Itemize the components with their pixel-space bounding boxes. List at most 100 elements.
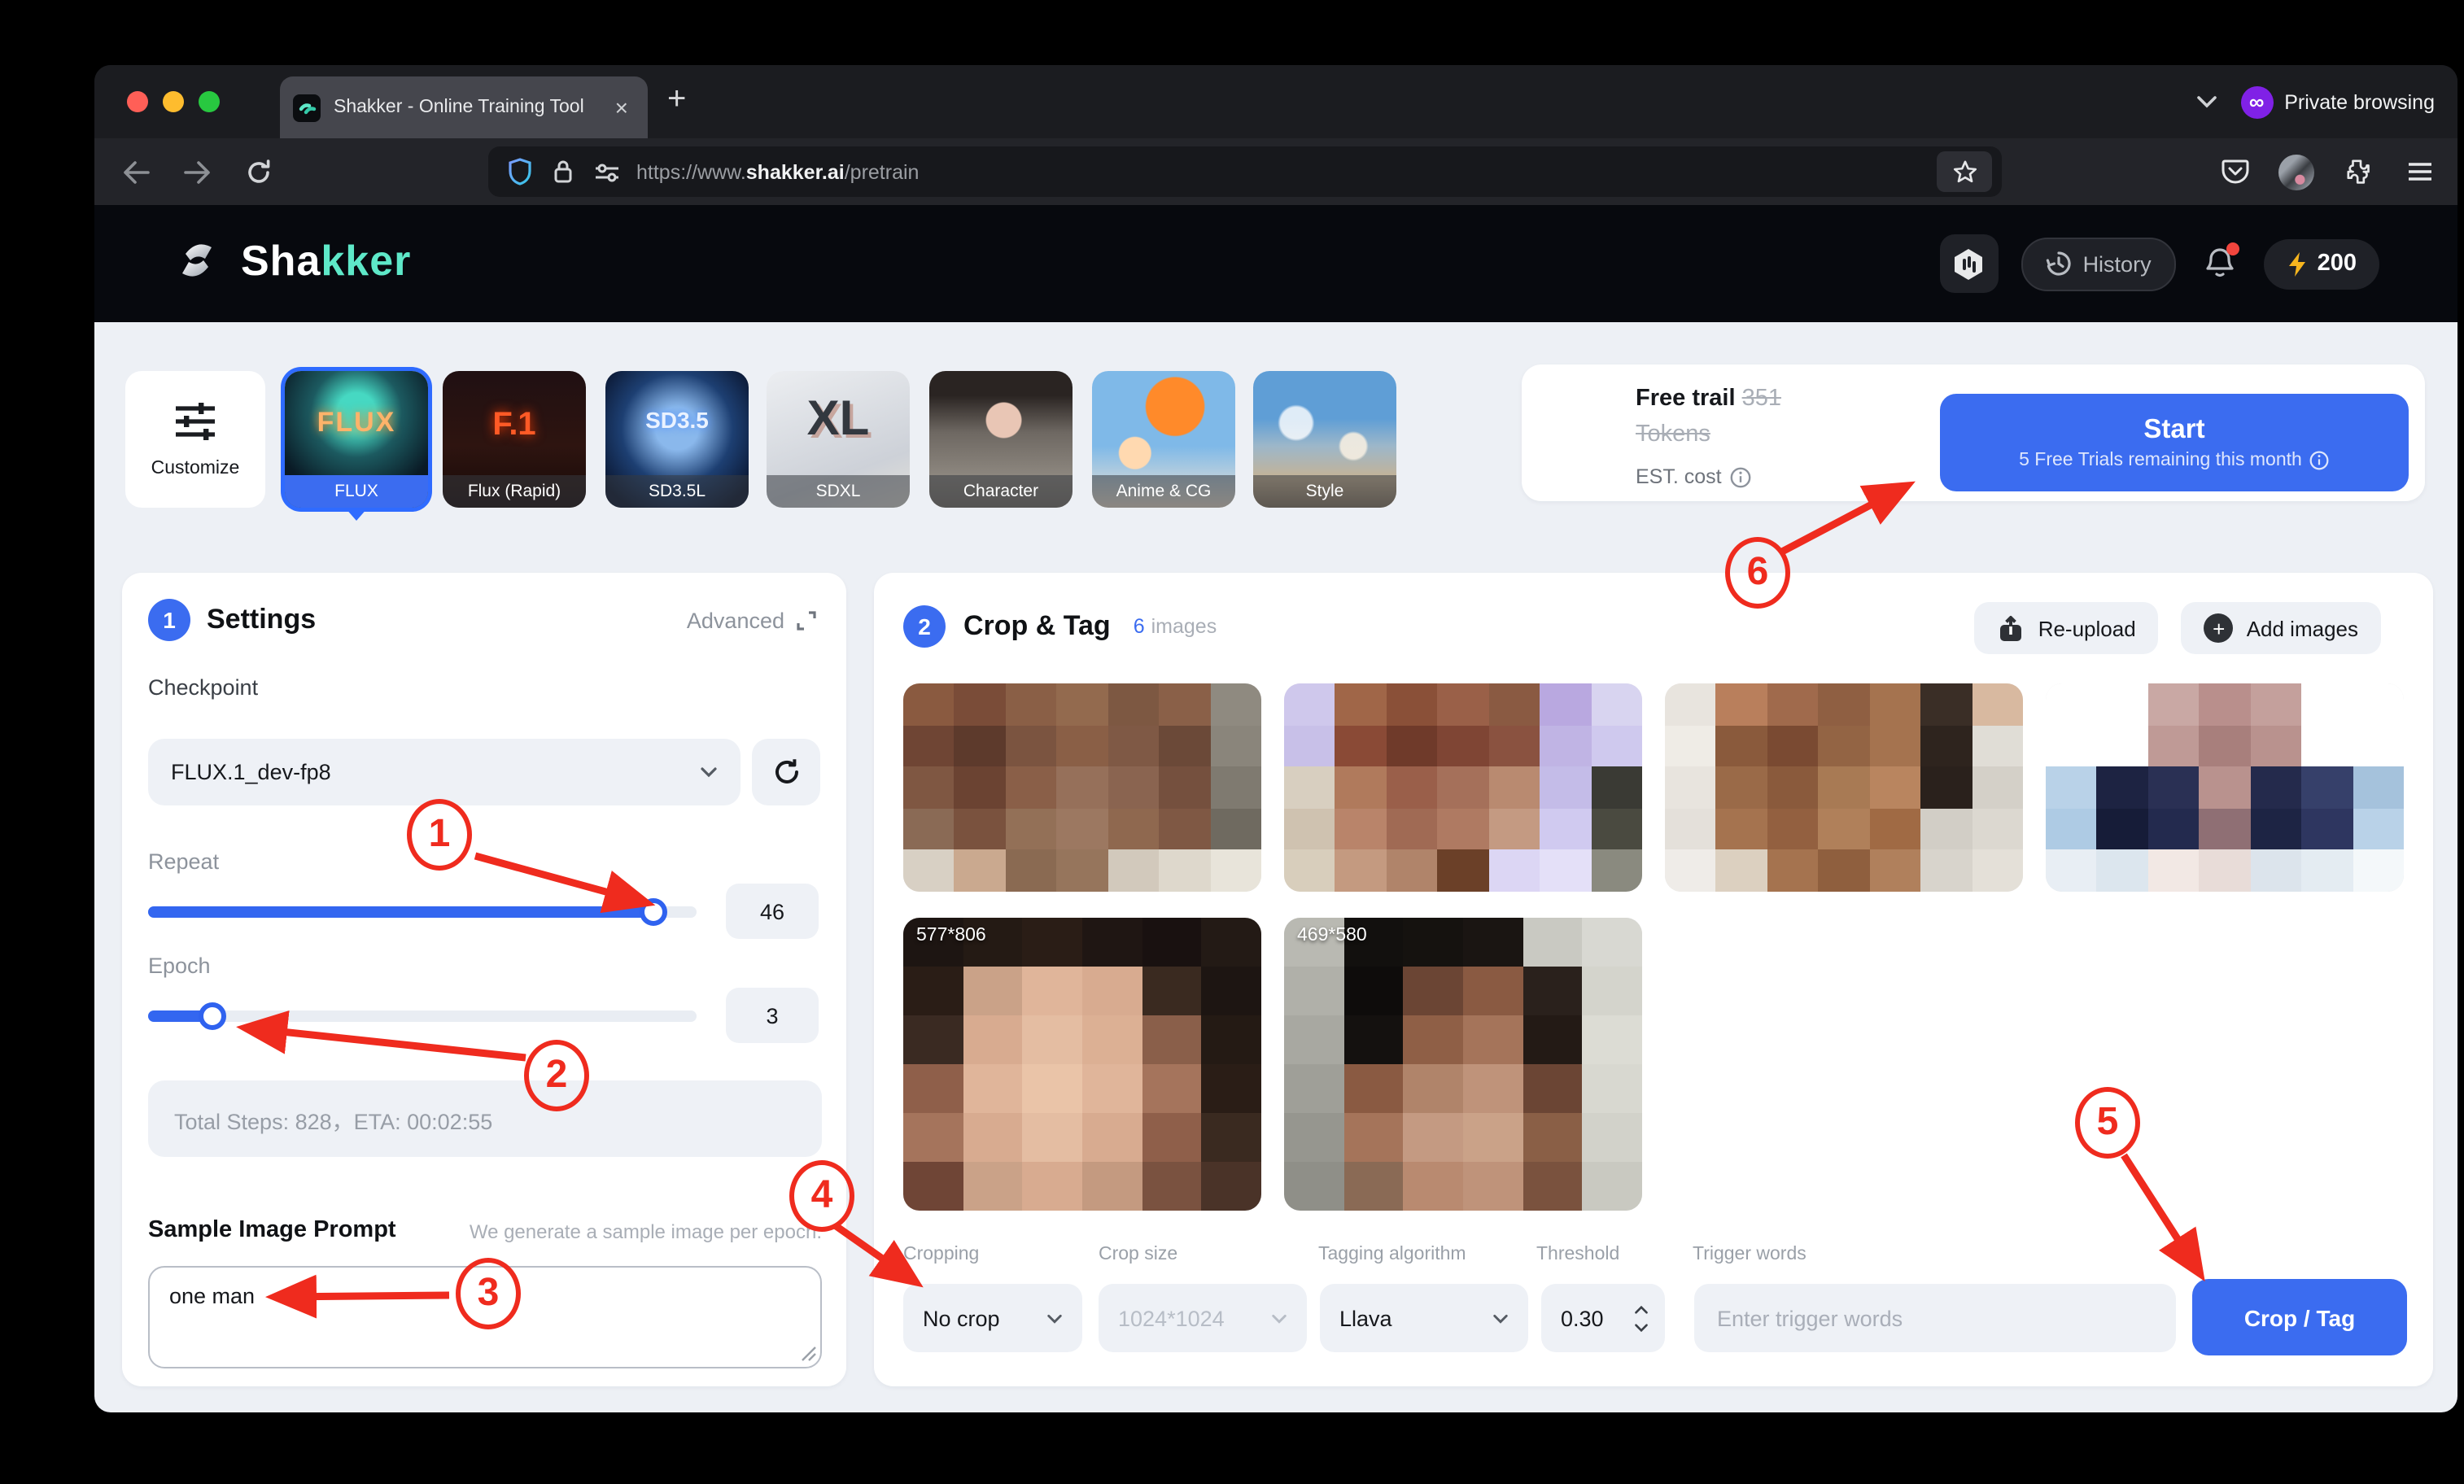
refresh-checkpoints-button[interactable] [752,739,820,805]
tagging-algorithm-select[interactable]: Llava [1320,1284,1528,1352]
pocket-icon[interactable] [2210,138,2259,205]
annotation-circle-1: 1 [407,799,472,871]
model-card-character[interactable]: Character [929,371,1073,508]
model-card-label: Flux (Rapid) [443,475,586,508]
browser-tab-bar: Shakker - Online Training Tool × + ∞ Pri… [94,65,2457,138]
profile-avatar[interactable] [2272,138,2321,205]
lightning-bolt-icon [2287,250,2308,277]
refresh-icon [771,757,802,788]
sample-prompt-hint: We generate a sample image per epoch. [470,1220,822,1243]
gallery-image[interactable] [903,683,1261,892]
crop-size-select[interactable]: 1024*1024 [1099,1284,1307,1352]
credits-button[interactable]: 200 [2264,238,2379,289]
model-card-anime-cg[interactable]: Anime & CG [1092,371,1235,508]
annotation-circle-3: 3 [456,1258,521,1329]
model-card-label: FLUX [285,475,428,508]
model-card-sdxl[interactable]: XLSDXL [767,371,910,508]
customize-label: Customize [151,459,240,478]
customize-sliders-icon [171,400,220,443]
history-button[interactable]: History [2021,237,2176,290]
pixelated-face-mosaic [2046,683,2404,892]
forward-icon[interactable] [173,138,221,205]
browser-window: Shakker - Online Training Tool × + ∞ Pri… [94,65,2457,1412]
model-card-label: SD3.5L [605,475,749,508]
tab-close-icon[interactable]: × [609,94,635,120]
workspace-hexagon-button[interactable] [1940,234,1999,293]
chevron-down-icon [1271,1312,1287,1324]
bookmark-star-box[interactable] [1937,151,1992,192]
repeat-slider-handle[interactable] [640,898,667,926]
notifications-bell[interactable] [2199,242,2241,285]
lock-icon[interactable] [553,159,573,184]
annotation-circle-2: 2 [524,1040,589,1111]
bookmark-star-icon[interactable] [1952,159,1977,184]
plus-circle-icon: + [2204,613,2234,643]
browser-nav-bar: https://www.shakker.ai/pretrain [94,138,2457,205]
chevron-down-icon [1046,1312,1063,1324]
crop-tag-button[interactable]: Crop / Tag [2192,1279,2407,1355]
model-card-customize[interactable]: Customize [125,371,265,508]
gallery-image[interactable]: 577*806 [903,918,1261,1211]
checkpoint-select[interactable]: FLUX.1_dev-fp8 [148,739,741,805]
tagging-algorithm-label: Tagging algorithm [1318,1245,1466,1264]
shakker-logo-text: Shakker [241,235,411,286]
expand-icon [796,610,817,631]
reupload-button[interactable]: Re-upload [1975,602,2159,654]
url-bar[interactable]: https://www.shakker.ai/pretrain [488,146,2002,197]
menu-hamburger-icon[interactable] [2396,138,2444,205]
start-sublabel: 5 Free Trials remaining this month [2019,451,2330,470]
start-button[interactable]: Start 5 Free Trials remaining this month [1940,394,2409,491]
private-browsing-badge: ∞ Private browsing [2240,85,2435,118]
image-count: 6images [1134,615,1217,638]
minimize-window-button[interactable] [163,91,184,112]
gallery-image[interactable]: 469*580 [1284,918,1642,1211]
shakker-logo[interactable]: Shakker [169,233,411,288]
selected-model-pointer [345,508,368,521]
browser-tab[interactable]: Shakker - Online Training Tool × [280,76,648,138]
reload-icon[interactable] [234,138,283,205]
threshold-stepper[interactable]: 0.30 [1541,1284,1665,1352]
add-images-label: Add images [2247,616,2358,640]
model-card-flux-rapid-[interactable]: F.1 Flux (Rapid) [443,371,586,508]
model-thumbnail-word: F.1 [443,407,586,444]
repeat-value[interactable]: 46 [726,884,819,939]
epoch-value[interactable]: 3 [726,988,819,1043]
gallery-image[interactable] [1284,683,1642,892]
maximize-window-button[interactable] [199,91,220,112]
cropping-select[interactable]: No crop [903,1284,1082,1352]
model-card-flux[interactable]: FLUX FLUX [285,371,428,508]
info-icon [2310,451,2330,470]
epoch-slider-handle[interactable] [199,1002,226,1030]
image-size-label: 469*580 [1297,926,1367,945]
crop-tag-title: Crop & Tag [963,610,1111,643]
chevron-down-icon [1492,1312,1509,1324]
model-card-sd3-5l[interactable]: SD3.5SD3.5L [605,371,749,508]
url-text[interactable]: https://www.shakker.ai/pretrain [636,160,1937,183]
trigger-words-input[interactable] [1694,1284,2176,1352]
stepper-down-icon[interactable] [1634,1322,1649,1332]
info-icon[interactable] [1730,466,1751,487]
close-window-button[interactable] [127,91,148,112]
back-icon[interactable] [111,138,159,205]
resize-grip-icon[interactable] [799,1344,817,1362]
model-card-label: SDXL [767,475,910,508]
tracking-shield-icon[interactable] [508,158,532,186]
pixelated-face-mosaic [1284,683,1642,892]
extensions-puzzle-icon[interactable] [2334,138,2383,205]
epoch-slider-track[interactable] [148,1010,697,1022]
model-thumbnail-word: FLUX [285,407,428,439]
gallery-image[interactable] [1665,683,2023,892]
gallery-image[interactable] [2046,683,2404,892]
cropping-label: Cropping [903,1245,979,1264]
upload-icon [1998,614,2025,642]
permissions-icon[interactable] [594,162,620,181]
model-card-style[interactable]: Style [1253,371,1396,508]
sample-prompt-label: Sample Image Prompt [148,1217,396,1243]
tabs-dropdown-chevron-icon[interactable] [2195,94,2217,109]
annotation-circle-6: 6 [1725,537,1790,609]
stepper-up-icon[interactable] [1634,1304,1649,1314]
new-tab-button[interactable]: + [667,81,686,119]
image-grid-row-2: 577*806 469*580 [903,918,1642,1211]
add-images-button[interactable]: + Add images [2182,602,2381,654]
advanced-link[interactable]: Advanced [687,609,817,633]
